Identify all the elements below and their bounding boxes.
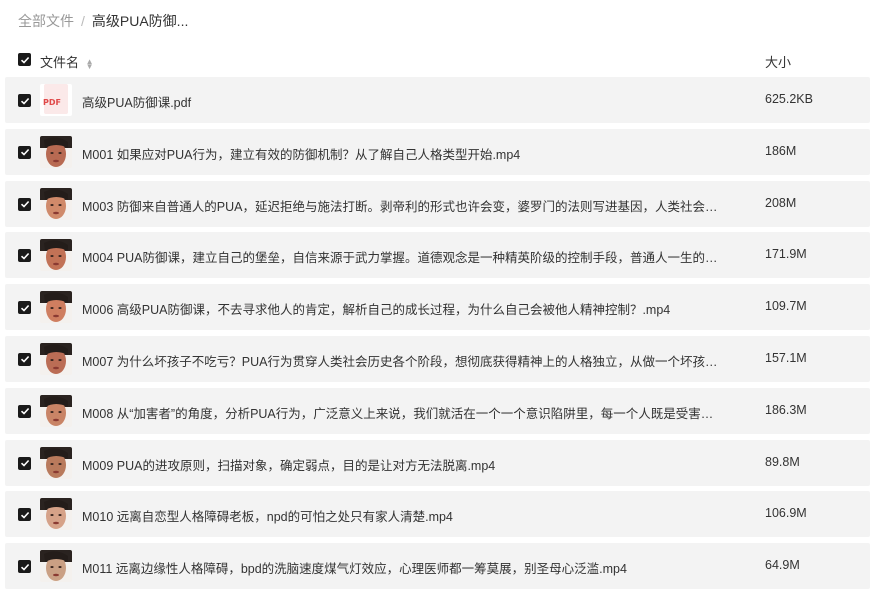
pdf-icon: PDF [40, 84, 72, 116]
file-size: 625.2KB [765, 92, 813, 106]
file-row[interactable]: M004 PUA防御课，建立自己的堡垒，自信来源于武力掌握。道德观念是一种精英阶… [5, 232, 870, 279]
file-row[interactable]: M008 从“加害者”的角度，分析PUA行为，广泛意义上来说，我们就活在一个一个… [5, 387, 870, 434]
file-size: 106.9M [765, 506, 807, 521]
file-size: 171.9M [765, 247, 807, 262]
file-checkbox[interactable] [18, 301, 31, 315]
file-size: 89.8M [765, 454, 800, 469]
checkmark-icon [20, 408, 29, 415]
column-header-name-label: 文件名 [40, 55, 80, 70]
file-size: 64.9M [765, 558, 800, 573]
video-thumbnail [40, 342, 72, 375]
checkmark-icon [20, 252, 29, 260]
file-checkbox[interactable] [18, 560, 31, 574]
video-thumbnail [40, 239, 72, 272]
file-row[interactable]: M006 高级PUA防御课，不去寻求他人的肯定，解析自己的成长过程，为什么自己会… [5, 284, 870, 331]
sort-icon[interactable]: ▲ ▼ [86, 57, 94, 70]
file-size: 186M [765, 143, 797, 158]
file-row[interactable]: M009 PUA的进攻原则，扫描对象，确定弱点，目的是让对方无法脱离.mp4 89… [5, 439, 870, 486]
breadcrumb-current: 高级PUA防御... [91, 13, 189, 29]
video-thumbnail [40, 498, 72, 531]
video-thumbnail [40, 291, 72, 324]
file-checkbox[interactable] [18, 197, 31, 211]
video-thumbnail [40, 550, 72, 583]
file-list: PDF 高级PUA防御课.pdf 625.2KB M001 如果应对PUA行为，建立有… [5, 77, 870, 595]
checkmark-icon [20, 201, 29, 208]
column-header-name[interactable]: 文件名 ▲ ▼ [40, 52, 94, 71]
file-checkbox[interactable] [18, 352, 31, 366]
checkmark-icon [20, 97, 29, 105]
file-name[interactable]: 高级PUA防御课.pdf [82, 92, 722, 111]
video-thumbnail [40, 446, 72, 479]
file-size: 208M [765, 195, 797, 210]
file-row[interactable]: M010 远离自恋型人格障碍老板，npd的可怕之处只有家人清楚.mp4 106.9… [5, 491, 870, 538]
file-name[interactable]: M011 远离边缘性人格障碍，bpd的洗脑速度煤气灯效应，心理医师都一筹莫展，别… [82, 558, 722, 577]
file-checkbox[interactable] [18, 508, 31, 522]
file-row[interactable]: M003 防御来自普通人的PUA，延迟拒绝与施法打断。剥帝利的形式也许会变，婆罗… [5, 180, 870, 227]
file-checkbox[interactable] [18, 94, 31, 107]
checkmark-icon [20, 563, 29, 571]
file-row[interactable]: M011 远离边缘性人格障碍，bpd的洗脑速度煤气灯效应，心理医师都一筹莫展，别… [5, 543, 870, 590]
checkmark-icon [20, 304, 29, 312]
file-checkbox[interactable] [18, 404, 31, 418]
pdf-icon-label: PDF [43, 98, 61, 107]
file-name[interactable]: M007 为什么坏孩子不吃亏？PUA行为贯穿人类社会历史各个阶段，想彻底获得精神… [82, 351, 722, 370]
file-name[interactable]: M009 PUA的进攻原则，扫描对象，确定弱点，目的是让对方无法脱离.mp4 [82, 455, 722, 474]
file-name[interactable]: M006 高级PUA防御课，不去寻求他人的肯定，解析自己的成长过程，为什么自己会… [82, 299, 722, 318]
file-name[interactable]: M003 防御来自普通人的PUA，延迟拒绝与施法打断。剥帝利的形式也许会变，婆罗… [82, 196, 722, 215]
file-size: 109.7M [765, 299, 807, 314]
file-list-header: 文件名 ▲ ▼ 大小 [0, 45, 870, 75]
file-checkbox[interactable] [18, 249, 31, 263]
file-name[interactable]: M008 从“加害者”的角度，分析PUA行为，广泛意义上来说，我们就活在一个一个… [82, 403, 722, 422]
column-header-size[interactable]: 大小 [765, 52, 791, 71]
file-row[interactable]: PDF 高级PUA防御课.pdf 625.2KB [5, 77, 870, 123]
file-name[interactable]: M001 如果应对PUA行为，建立有效的防御机制？从了解自己人格类型开始.mp4 [82, 144, 722, 163]
file-name[interactable]: M010 远离自恋型人格障碍老板，npd的可怕之处只有家人清楚.mp4 [82, 506, 722, 525]
file-name[interactable]: M004 PUA防御课，建立自己的堡垒，自信来源于武力掌握。道德观念是一种精英阶… [82, 247, 722, 266]
file-checkbox[interactable] [18, 145, 31, 159]
checkmark-icon [20, 356, 29, 364]
checkmark-icon [20, 460, 29, 467]
file-row[interactable]: M001 如果应对PUA行为，建立有效的防御机制？从了解自己人格类型开始.mp4… [5, 128, 870, 175]
checkmark-icon [20, 56, 29, 64]
video-thumbnail [40, 187, 72, 220]
video-thumbnail [40, 135, 72, 168]
file-row[interactable]: M007 为什么坏孩子不吃亏？PUA行为贯穿人类社会历史各个阶段，想彻底获得精神… [5, 335, 870, 382]
breadcrumb-separator: / [81, 13, 85, 29]
video-thumbnail [40, 394, 72, 427]
breadcrumb-root-link[interactable]: 全部文件 [18, 13, 74, 29]
select-all-checkbox[interactable] [18, 53, 31, 66]
breadcrumb: 全部文件 / 高级PUA防御... [18, 11, 188, 31]
file-size: 186.3M [765, 402, 807, 417]
checkmark-icon [20, 511, 29, 519]
file-checkbox[interactable] [18, 456, 31, 470]
checkmark-icon [20, 149, 29, 156]
file-size: 157.1M [765, 350, 807, 365]
